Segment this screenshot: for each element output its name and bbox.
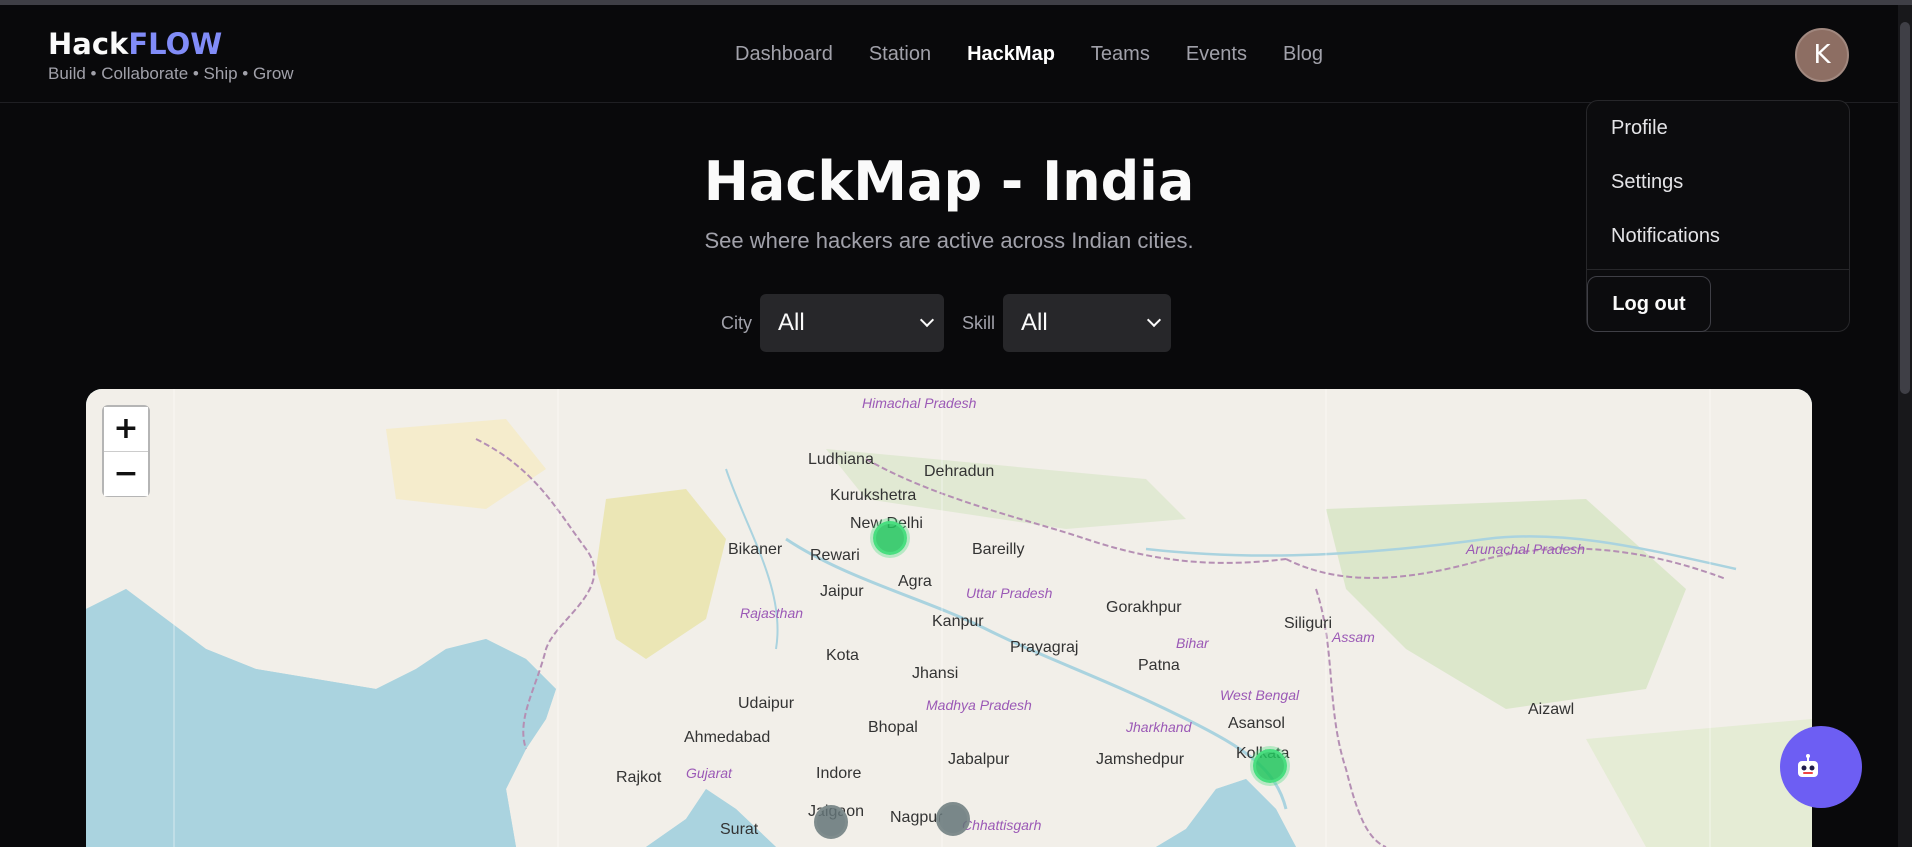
brand-tagline: Build • Collaborate • Ship • Grow [48, 64, 294, 83]
map-city-label: Bareilly [972, 541, 1025, 558]
map-city-label: Kurukshetra [830, 487, 917, 504]
city-filter-label: City [721, 312, 752, 333]
city-select[interactable]: All [760, 294, 944, 352]
nav-teams[interactable]: Teams [1091, 43, 1150, 66]
user-menu-dropdown: Profile Settings Notifications Log out [1586, 100, 1850, 332]
map-city-label: Jamshedpur [1096, 751, 1185, 768]
hacker-marker-nagpur[interactable] [936, 802, 970, 836]
menu-item-settings[interactable]: Settings [1611, 171, 1683, 194]
map-region-label: Madhya Pradesh [926, 697, 1032, 713]
map-region-label: Gujarat [686, 765, 732, 781]
hacker-marker-jalgaon[interactable] [814, 805, 848, 839]
top-navbar: HackFLOW Build • Collaborate • Ship • Gr… [0, 5, 1898, 103]
zoom-in-button[interactable]: + [104, 407, 148, 451]
map-region-label: Bihar [1176, 635, 1209, 651]
nav-events[interactable]: Events [1186, 43, 1247, 66]
brand-name: HackFLOW [48, 27, 294, 61]
menu-item-notifications[interactable]: Notifications [1611, 225, 1720, 248]
logout-button[interactable]: Log out [1587, 276, 1711, 332]
map-city-label: Udaipur [738, 695, 795, 712]
menu-item-profile[interactable]: Profile [1611, 117, 1668, 140]
page-scrollbar-thumb[interactable] [1900, 22, 1910, 394]
nav-blog[interactable]: Blog [1283, 43, 1323, 66]
brand-name-prefix: Hack [48, 27, 129, 61]
map-region-label: Assam [1332, 629, 1375, 645]
avatar-initial: K [1813, 40, 1831, 70]
map-city-label: Aizawl [1528, 701, 1575, 718]
map-city-label: Ahmedabad [684, 729, 771, 746]
nav-station[interactable]: Station [869, 43, 931, 66]
map-city-label: Patna [1138, 657, 1180, 674]
map-city-label: Kota [826, 647, 859, 664]
map-city-label: Jaipur [820, 583, 864, 600]
map-city-label: Agra [898, 573, 932, 590]
map-region-label: Arunachal Pradesh [1466, 541, 1586, 557]
map-region-label: Jharkhand [1126, 719, 1192, 735]
brand-name-accent: FLOW [128, 27, 223, 61]
map-filters: City All Skill All [721, 294, 1172, 352]
map-city-label: Jabalpur [948, 751, 1010, 768]
map-city-label: Dehradun [924, 463, 995, 480]
zoom-controls: + − [102, 405, 150, 497]
map-city-label: Bhopal [868, 719, 918, 736]
chevron-down-icon [919, 312, 935, 328]
map-city-label: Asansol [1228, 715, 1285, 732]
skill-select[interactable]: All [1003, 294, 1172, 352]
map-city-label: Kanpur [932, 613, 984, 630]
map-city-label: Ludhiana [808, 451, 874, 468]
map-city-label: Bikaner [728, 541, 783, 558]
chat-assistant-button[interactable] [1780, 726, 1862, 808]
map-region-label: Uttar Pradesh [966, 585, 1053, 601]
hacker-marker-new-delhi[interactable] [873, 521, 907, 555]
map-city-label: Rajkot [616, 769, 662, 786]
map-city-label: Prayagraj [1010, 639, 1079, 656]
map-city-label: Indore [816, 765, 862, 782]
nav-hackmap[interactable]: HackMap [967, 43, 1055, 66]
skill-select-value: All [1021, 309, 1048, 336]
city-select-value: All [778, 309, 805, 336]
map-city-label: Siliguri [1284, 615, 1333, 632]
main-nav: Dashboard Station HackMap Teams Events B… [735, 43, 1323, 66]
user-avatar[interactable]: K [1795, 28, 1849, 82]
map-region-label: Chhattisgarh [962, 817, 1042, 833]
map-city-label: Nagpur [890, 809, 943, 826]
menu-divider [1587, 269, 1849, 270]
chevron-down-icon [1146, 312, 1162, 328]
map-region-label: Himachal Pradesh [862, 395, 977, 411]
robot-icon [1798, 754, 1818, 777]
map-city-label: Rewari [810, 547, 860, 564]
brand[interactable]: HackFLOW Build • Collaborate • Ship • Gr… [48, 27, 294, 84]
zoom-out-button[interactable]: − [104, 452, 148, 496]
hackmap-map[interactable]: + − Ludhiana Dehradun Kurukshetra New De… [86, 389, 1812, 847]
hacker-marker-kolkata[interactable] [1253, 749, 1287, 783]
map-city-label: Gorakhpur [1106, 599, 1182, 616]
map-region-label: Rajasthan [740, 605, 804, 621]
nav-dashboard[interactable]: Dashboard [735, 43, 833, 66]
map-city-label: Jhansi [912, 665, 959, 682]
map-region-label: West Bengal [1220, 687, 1300, 703]
skill-filter-label: Skill [962, 312, 996, 333]
map-city-label: Surat [720, 821, 759, 838]
